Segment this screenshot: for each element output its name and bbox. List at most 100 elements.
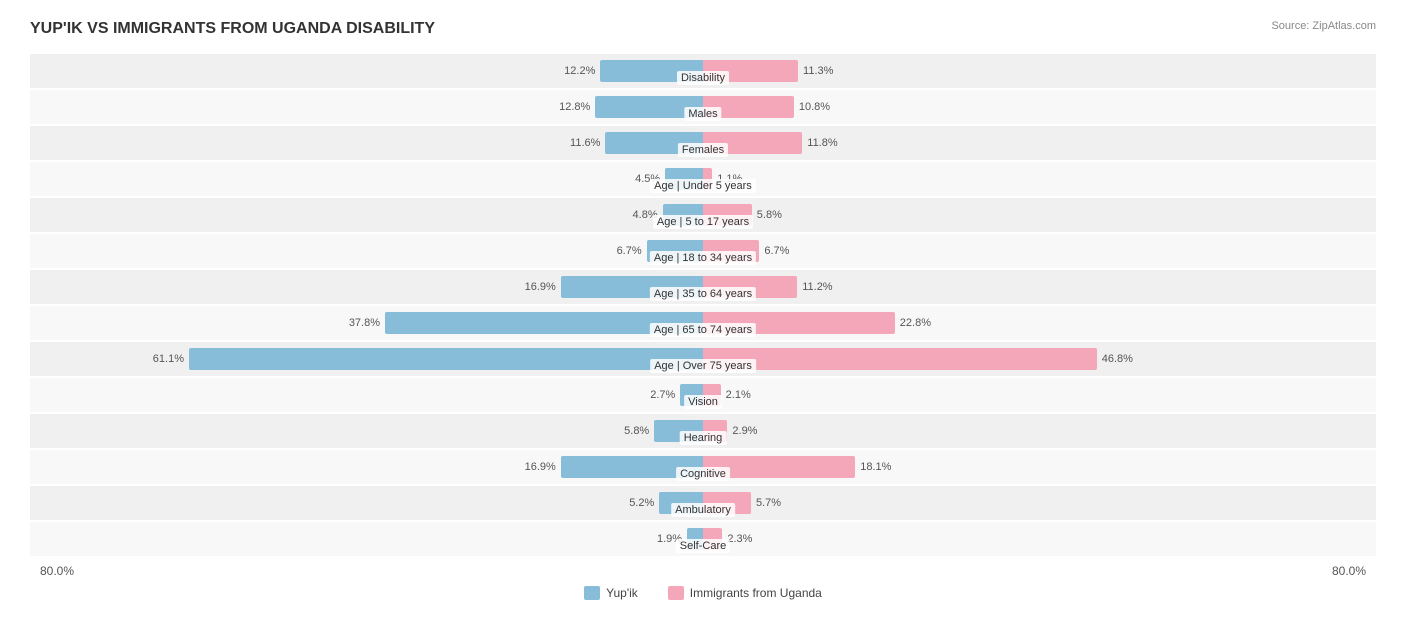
right-section: 46.8% bbox=[703, 348, 1376, 370]
legend-box-right bbox=[668, 586, 684, 600]
legend-label-left: Yup'ik bbox=[606, 586, 638, 600]
bar-right bbox=[703, 420, 727, 442]
right-value: 46.8% bbox=[1102, 353, 1138, 365]
legend-item-right: Immigrants from Uganda bbox=[668, 586, 822, 600]
left-section: 5.8% bbox=[30, 420, 703, 442]
left-section: 12.8% bbox=[30, 96, 703, 118]
left-value: 6.7% bbox=[606, 245, 642, 257]
axis-row: 80.0% 80.0% bbox=[30, 564, 1376, 578]
bar-left bbox=[189, 348, 703, 370]
right-section: 10.8% bbox=[703, 96, 1376, 118]
left-value: 4.8% bbox=[622, 209, 658, 221]
bar-left bbox=[595, 96, 703, 118]
legend: Yup'ik Immigrants from Uganda bbox=[30, 586, 1376, 600]
left-value: 5.2% bbox=[618, 497, 654, 509]
right-section: 22.8% bbox=[703, 312, 1376, 334]
chart-title: YUP'IK VS IMMIGRANTS FROM UGANDA DISABIL… bbox=[30, 20, 435, 38]
right-value: 2.3% bbox=[727, 533, 763, 545]
left-value: 12.8% bbox=[554, 101, 590, 113]
bar-row: 16.9% Age | 35 to 64 years 11.2% bbox=[30, 270, 1376, 304]
left-value: 16.9% bbox=[520, 461, 556, 473]
left-section: 1.9% bbox=[30, 528, 703, 550]
bar-right bbox=[703, 348, 1097, 370]
left-section: 61.1% bbox=[30, 348, 703, 370]
right-value: 5.8% bbox=[757, 209, 793, 221]
bar-left bbox=[600, 60, 703, 82]
left-value: 16.9% bbox=[520, 281, 556, 293]
left-section: 4.8% bbox=[30, 204, 703, 226]
title-row: YUP'IK VS IMMIGRANTS FROM UGANDA DISABIL… bbox=[30, 20, 1376, 42]
right-value: 11.8% bbox=[807, 137, 843, 149]
bar-right bbox=[703, 96, 794, 118]
right-section: 11.8% bbox=[703, 132, 1376, 154]
right-value: 11.2% bbox=[802, 281, 838, 293]
right-value: 6.7% bbox=[764, 245, 800, 257]
left-section: 4.5% bbox=[30, 168, 703, 190]
right-section: 2.3% bbox=[703, 528, 1376, 550]
right-section: 18.1% bbox=[703, 456, 1376, 478]
bar-row: 6.7% Age | 18 to 34 years 6.7% bbox=[30, 234, 1376, 268]
right-value: 1.1% bbox=[717, 173, 753, 185]
left-value: 5.8% bbox=[613, 425, 649, 437]
right-section: 5.7% bbox=[703, 492, 1376, 514]
left-section: 5.2% bbox=[30, 492, 703, 514]
legend-item-left: Yup'ik bbox=[584, 586, 638, 600]
bar-row: 4.8% Age | 5 to 17 years 5.8% bbox=[30, 198, 1376, 232]
axis-left: 80.0% bbox=[30, 564, 703, 578]
bar-left bbox=[687, 528, 703, 550]
bar-right bbox=[703, 60, 798, 82]
right-value: 2.1% bbox=[726, 389, 762, 401]
bar-right bbox=[703, 276, 797, 298]
right-section: 1.1% bbox=[703, 168, 1376, 190]
left-section: 16.9% bbox=[30, 456, 703, 478]
bar-right bbox=[703, 204, 752, 226]
left-section: 12.2% bbox=[30, 60, 703, 82]
bar-row: 5.2% Ambulatory 5.7% bbox=[30, 486, 1376, 520]
bar-row: 37.8% Age | 65 to 74 years 22.8% bbox=[30, 306, 1376, 340]
bar-right bbox=[703, 168, 712, 190]
bar-right bbox=[703, 312, 895, 334]
right-value: 5.7% bbox=[756, 497, 792, 509]
bar-left bbox=[561, 456, 703, 478]
bar-right bbox=[703, 132, 802, 154]
right-section: 11.2% bbox=[703, 276, 1376, 298]
left-value: 2.7% bbox=[639, 389, 675, 401]
left-value: 11.6% bbox=[564, 137, 600, 149]
left-value: 4.5% bbox=[624, 173, 660, 185]
bar-row: 1.9% Self-Care 2.3% bbox=[30, 522, 1376, 556]
right-value: 2.9% bbox=[732, 425, 768, 437]
left-section: 2.7% bbox=[30, 384, 703, 406]
left-section: 6.7% bbox=[30, 240, 703, 262]
bar-row: 16.9% Cognitive 18.1% bbox=[30, 450, 1376, 484]
left-value: 37.8% bbox=[344, 317, 380, 329]
right-section: 5.8% bbox=[703, 204, 1376, 226]
bar-row: 61.1% Age | Over 75 years 46.8% bbox=[30, 342, 1376, 376]
bar-right bbox=[703, 492, 751, 514]
bar-left bbox=[659, 492, 703, 514]
chart-area: 12.2% Disability 11.3% 12.8% Males 10.8%… bbox=[30, 54, 1376, 600]
bar-row: 5.8% Hearing 2.9% bbox=[30, 414, 1376, 448]
bar-left bbox=[385, 312, 703, 334]
bar-left bbox=[654, 420, 703, 442]
bar-row: 12.2% Disability 11.3% bbox=[30, 54, 1376, 88]
left-section: 11.6% bbox=[30, 132, 703, 154]
left-value: 1.9% bbox=[646, 533, 682, 545]
source-label: Source: ZipAtlas.com bbox=[1271, 20, 1376, 32]
right-value: 10.8% bbox=[799, 101, 835, 113]
bar-left bbox=[665, 168, 703, 190]
right-section: 2.1% bbox=[703, 384, 1376, 406]
bar-right bbox=[703, 240, 759, 262]
bar-row: 4.5% Age | Under 5 years 1.1% bbox=[30, 162, 1376, 196]
chart-inner: 12.2% Disability 11.3% 12.8% Males 10.8%… bbox=[30, 54, 1376, 558]
left-section: 37.8% bbox=[30, 312, 703, 334]
bar-right bbox=[703, 384, 721, 406]
right-value: 11.3% bbox=[803, 65, 839, 77]
right-section: 2.9% bbox=[703, 420, 1376, 442]
bar-left bbox=[680, 384, 703, 406]
right-section: 11.3% bbox=[703, 60, 1376, 82]
left-value: 12.2% bbox=[559, 65, 595, 77]
bar-left bbox=[605, 132, 703, 154]
right-section: 6.7% bbox=[703, 240, 1376, 262]
bar-row: 2.7% Vision 2.1% bbox=[30, 378, 1376, 412]
left-value: 61.1% bbox=[148, 353, 184, 365]
